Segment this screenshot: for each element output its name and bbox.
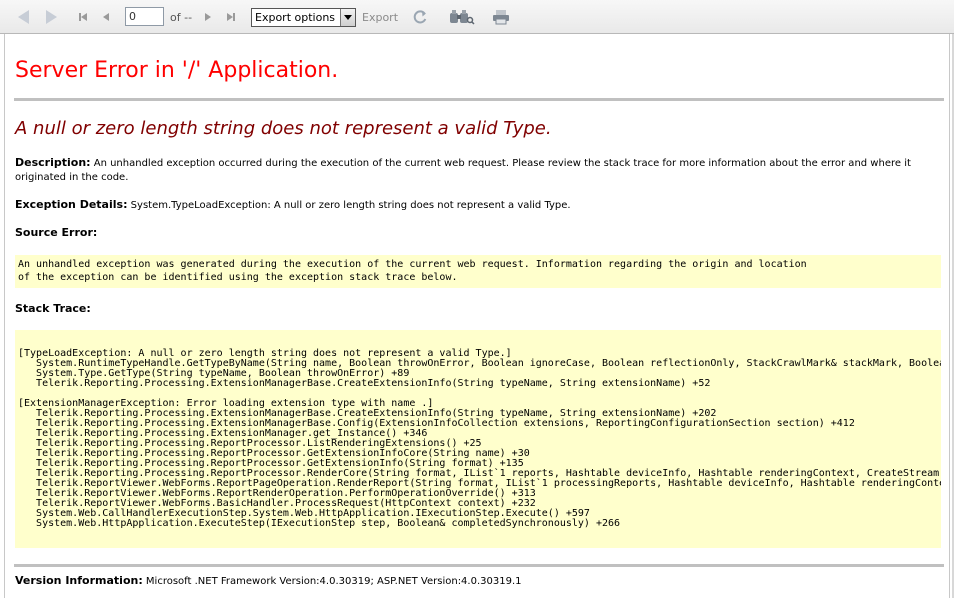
stack-trace-box: [TypeLoadException: A null or zero lengt… bbox=[15, 330, 941, 548]
export-format-value: Export options bbox=[255, 11, 336, 24]
exception-details-block: Exception Details: System.TypeLoadExcept… bbox=[15, 198, 940, 213]
error-title: A null or zero length string does not re… bbox=[15, 118, 552, 139]
source-error-box: An unhandled exception was generated dur… bbox=[15, 255, 941, 288]
search-binoculars-icon[interactable] bbox=[449, 9, 475, 29]
back-icon[interactable] bbox=[18, 10, 29, 24]
print-icon[interactable] bbox=[492, 9, 510, 29]
stack-trace-line: Telerik.Reporting.Processing.ExtensionMa… bbox=[18, 378, 711, 389]
last-page-icon[interactable] bbox=[227, 13, 235, 21]
export-format-select[interactable]: Export options bbox=[251, 8, 356, 27]
description-label: Description: bbox=[15, 156, 91, 169]
page-number-input[interactable] bbox=[125, 7, 164, 26]
chevron-down-icon bbox=[340, 9, 355, 26]
source-error-line: An unhandled exception was generated dur… bbox=[18, 259, 807, 270]
refresh-icon[interactable] bbox=[412, 9, 428, 29]
version-information: Version Information: Microsoft .NET Fram… bbox=[15, 574, 522, 587]
previous-page-icon[interactable] bbox=[103, 13, 109, 21]
exception-details-text: System.TypeLoadException: A null or zero… bbox=[130, 200, 571, 211]
description-text: An unhandled exception occurred during t… bbox=[15, 158, 911, 183]
version-text: Microsoft .NET Framework Version:4.0.303… bbox=[145, 576, 522, 587]
next-page-icon[interactable] bbox=[205, 13, 211, 21]
forward-icon[interactable] bbox=[46, 10, 57, 24]
first-page-icon[interactable] bbox=[79, 13, 87, 21]
export-button[interactable]: Export bbox=[362, 11, 398, 24]
version-label: Version Information: bbox=[15, 574, 143, 587]
page-title: Server Error in '/' Application. bbox=[15, 58, 339, 83]
stack-trace-label: Stack Trace: bbox=[15, 302, 91, 315]
page-count-label: of -- bbox=[170, 11, 193, 24]
source-error-label: Source Error: bbox=[15, 226, 98, 239]
report-viewer-toolbar: of -- Export options Export bbox=[0, 0, 954, 34]
description-block: Description: An unhandled exception occu… bbox=[15, 156, 940, 185]
source-error-line: of the exception can be identified using… bbox=[18, 272, 458, 283]
report-content-area: Server Error in '/' Application. A null … bbox=[4, 34, 950, 598]
stack-trace-line: System.Web.HttpApplication.ExecuteStep(I… bbox=[18, 518, 621, 529]
exception-details-label: Exception Details: bbox=[15, 198, 128, 211]
divider bbox=[14, 98, 944, 101]
divider bbox=[14, 564, 944, 567]
